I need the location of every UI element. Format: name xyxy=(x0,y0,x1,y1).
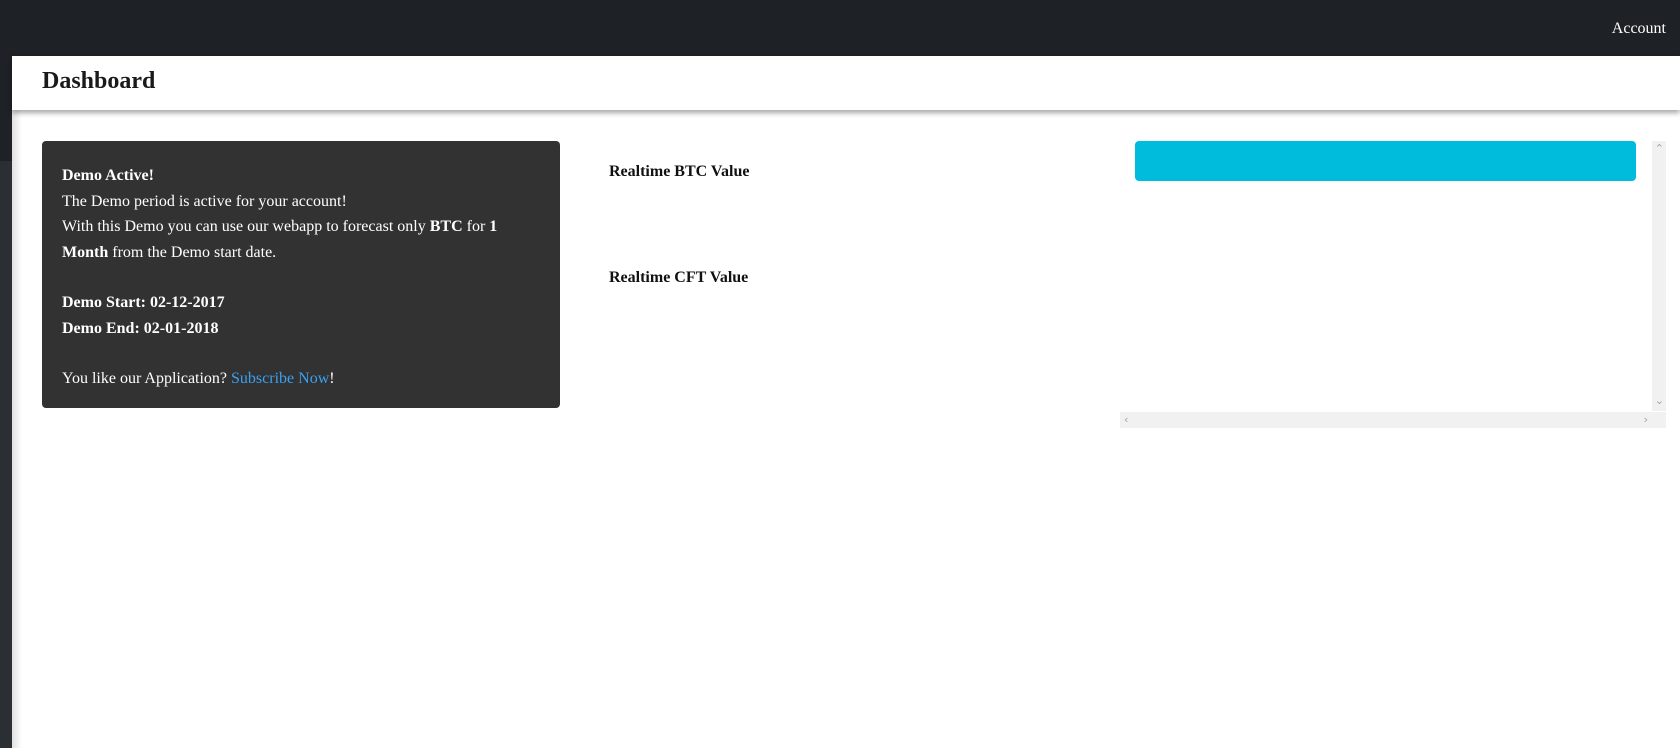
demo-line-2-suffix: from the Demo start date. xyxy=(108,243,277,261)
realtime-cft-label: Realtime CFT Value xyxy=(609,269,749,286)
horizontal-scrollbar[interactable]: ‹ › xyxy=(1120,412,1666,428)
widget-banner-bar xyxy=(1135,141,1636,181)
content-edge-shadow xyxy=(12,110,22,748)
demo-start-label: Demo Start: xyxy=(62,294,146,311)
demo-heading: Demo Active! xyxy=(62,167,154,184)
demo-start-value: 02-12-2017 xyxy=(149,294,225,311)
chevron-right-icon[interactable]: › xyxy=(1644,414,1648,426)
left-sidebar-strip-lower xyxy=(0,161,12,748)
chevron-left-icon[interactable]: ‹ xyxy=(1124,414,1128,426)
account-link[interactable]: Account xyxy=(1612,20,1666,38)
embedded-widget-frame[interactable]: ⌃ ⌄ ‹ › xyxy=(1120,141,1666,428)
demo-end-label: Demo End: xyxy=(62,319,140,337)
demo-line-1: The Demo period is active for your accou… xyxy=(62,192,347,210)
realtime-btc-label: Realtime BTC Value xyxy=(609,163,750,180)
chevron-up-icon[interactable]: ⌃ xyxy=(1655,143,1664,155)
top-navbar: Account xyxy=(0,0,1680,56)
page-title: Dashboard xyxy=(42,68,156,94)
demo-start-row: Demo Start: 02-12-2017 xyxy=(62,290,540,316)
demo-line-2-prefix: With this Demo you can use our webapp to… xyxy=(62,218,430,235)
demo-cta-row: You like our Application? Subscribe Now! xyxy=(62,366,540,392)
demo-cta-suffix: ! xyxy=(329,370,335,387)
demo-end-value: 02-01-2018 xyxy=(143,319,219,337)
demo-coin: BTC xyxy=(429,218,463,235)
demo-line-2-mid: for xyxy=(462,218,490,235)
demo-status-card: Demo Active! The Demo period is active f… xyxy=(42,141,560,408)
chevron-down-icon[interactable]: ⌄ xyxy=(1655,395,1664,407)
vertical-scrollbar[interactable]: ⌃ ⌄ xyxy=(1652,141,1666,411)
subscribe-now-link[interactable]: Subscribe Now xyxy=(231,370,329,387)
app-root: Account Dashboard Demo Active! The Demo … xyxy=(0,0,1680,748)
page-header: Dashboard xyxy=(12,56,1680,110)
demo-cta-prefix: You like our Application? xyxy=(62,370,232,387)
demo-line-2: With this Demo you can use our webapp to… xyxy=(62,214,540,265)
demo-end-row: Demo End: 02-01-2018 xyxy=(62,316,540,342)
